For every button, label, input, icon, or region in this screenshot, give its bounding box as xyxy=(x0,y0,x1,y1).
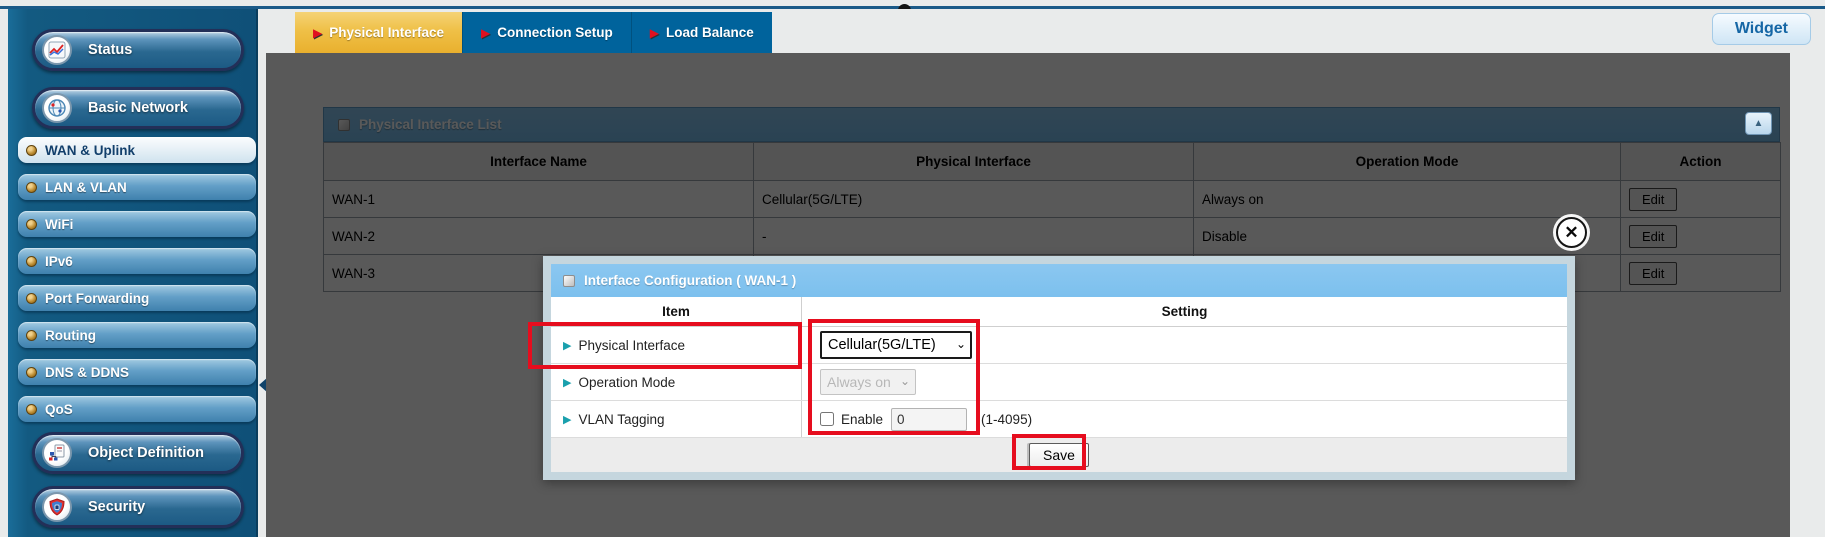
sidebar-item-wan-uplink[interactable]: WAN & Uplink xyxy=(18,137,256,163)
tab-label: Load Balance xyxy=(666,25,754,40)
vlan-range-hint: (1-4095) xyxy=(981,412,1032,427)
vlan-enable-label: Enable xyxy=(841,412,883,427)
sidebar-item-label: Basic Network xyxy=(88,100,188,116)
item-cell: ▶ Operation Mode xyxy=(551,364,802,400)
red-arrow-icon: ▶ xyxy=(481,26,490,40)
operation-mode-row: ▶ Operation Mode Always on ⌄ xyxy=(551,364,1567,401)
sidebar-item-ipv6[interactable]: IPv6 xyxy=(18,248,256,274)
setting-cell: Cellular(5G/LTE) ⌄ xyxy=(802,327,1567,363)
sidebar-item-label: Security xyxy=(88,499,145,515)
operation-mode-select[interactable]: Always on xyxy=(820,369,916,395)
physical-interface-row: ▶ Physical Interface Cellular(5G/LTE) ⌄ xyxy=(551,327,1567,364)
setting-column-header: Setting xyxy=(802,297,1567,326)
bullet-icon xyxy=(26,330,37,341)
shield-icon xyxy=(42,492,72,522)
sidebar-item-lan-vlan[interactable]: LAN & VLAN xyxy=(18,174,256,200)
globe-icon xyxy=(42,93,72,123)
bullet-icon xyxy=(26,219,37,230)
sidebar-item-dns-ddns[interactable]: DNS & DDNS xyxy=(18,359,256,385)
widget-button[interactable]: Widget xyxy=(1712,13,1811,45)
sidebar-item-label: QoS xyxy=(45,402,73,417)
sidebar-item-security[interactable]: Security xyxy=(32,486,244,528)
item-cell: ▶ VLAN Tagging xyxy=(551,401,802,437)
item-label: Physical Interface xyxy=(578,338,685,353)
physical-interface-select[interactable]: Cellular(5G/LTE) xyxy=(820,331,972,359)
modal-header: Interface Configuration ( WAN-1 ) xyxy=(551,264,1567,297)
vlan-tagging-row: ▶ VLAN Tagging Enable (1-4095) xyxy=(551,401,1567,438)
status-chart-icon xyxy=(42,35,72,65)
tab-load-balance[interactable]: ▶ Load Balance xyxy=(631,12,772,53)
close-icon[interactable]: ✕ xyxy=(1556,217,1587,248)
setting-cell: Enable (1-4095) xyxy=(802,401,1567,437)
red-arrow-icon: ▶ xyxy=(313,26,322,40)
bullet-icon xyxy=(26,293,37,304)
tab-strip: ▶ Physical Interface ▶ Connection Setup … xyxy=(295,12,772,53)
sidebar-item-qos[interactable]: QoS xyxy=(18,396,256,422)
tab-label: Connection Setup xyxy=(497,25,613,40)
sidebar-item-object-definition[interactable]: Object Definition xyxy=(32,432,244,474)
sidebar-item-basic-network[interactable]: Basic Network xyxy=(32,87,244,129)
modal-footer: Save xyxy=(551,438,1567,472)
bullet-icon xyxy=(26,367,37,378)
tab-connection-setup[interactable]: ▶ Connection Setup xyxy=(462,12,631,53)
item-cell: ▶ Physical Interface xyxy=(551,327,802,363)
item-arrow-icon: ▶ xyxy=(563,376,571,389)
item-arrow-icon: ▶ xyxy=(563,413,571,426)
object-definition-icon xyxy=(42,438,72,468)
red-arrow-icon: ▶ xyxy=(650,26,659,40)
item-arrow-icon: ▶ xyxy=(563,339,571,352)
vlan-enable-checkbox[interactable] xyxy=(820,412,834,426)
modal-column-headers: Item Setting xyxy=(551,297,1567,327)
tab-physical-interface[interactable]: ▶ Physical Interface xyxy=(295,12,462,53)
bullet-icon xyxy=(26,182,37,193)
bullet-icon xyxy=(26,145,37,156)
bullet-icon xyxy=(26,256,37,267)
item-label: VLAN Tagging xyxy=(578,412,664,427)
sidebar-item-label: Port Forwarding xyxy=(45,291,149,306)
tab-label: Physical Interface xyxy=(329,25,444,40)
sidebar-item-status[interactable]: Status xyxy=(32,29,244,71)
sidebar-item-label: Object Definition xyxy=(88,445,204,461)
sidebar-item-label: LAN & VLAN xyxy=(45,180,127,195)
top-tab-bar: ▶ Physical Interface ▶ Connection Setup … xyxy=(266,9,1825,53)
item-column-header: Item xyxy=(551,297,802,326)
sidebar-item-label: Routing xyxy=(45,328,96,343)
panel-collapse-button[interactable]: ▲ xyxy=(1745,112,1772,135)
sidebar-item-routing[interactable]: Routing xyxy=(18,322,256,348)
sidebar-item-wifi[interactable]: WiFi xyxy=(18,211,256,237)
interface-configuration-modal: Interface Configuration ( WAN-1 ) Item S… xyxy=(543,256,1575,480)
page-right-margin xyxy=(1790,53,1825,537)
modal-square-icon xyxy=(563,275,575,287)
setting-cell: Always on ⌄ xyxy=(802,364,1567,400)
sidebar-item-label: IPv6 xyxy=(45,254,73,269)
page: Status Basic Network WAN & Uplink LAN & … xyxy=(0,0,1825,537)
vlan-id-input[interactable] xyxy=(891,408,967,431)
sidebar-item-port-forwarding[interactable]: Port Forwarding xyxy=(18,285,256,311)
sidebar-item-label: WiFi xyxy=(45,217,73,232)
item-label: Operation Mode xyxy=(578,375,675,390)
bullet-icon xyxy=(26,404,37,415)
save-button[interactable]: Save xyxy=(1029,443,1089,467)
sidebar: Status Basic Network WAN & Uplink LAN & … xyxy=(8,9,258,537)
sidebar-item-label: WAN & Uplink xyxy=(45,143,135,158)
sidebar-item-label: Status xyxy=(88,42,132,58)
sidebar-item-label: DNS & DDNS xyxy=(45,365,129,380)
modal-title: Interface Configuration ( WAN-1 ) xyxy=(584,273,796,288)
